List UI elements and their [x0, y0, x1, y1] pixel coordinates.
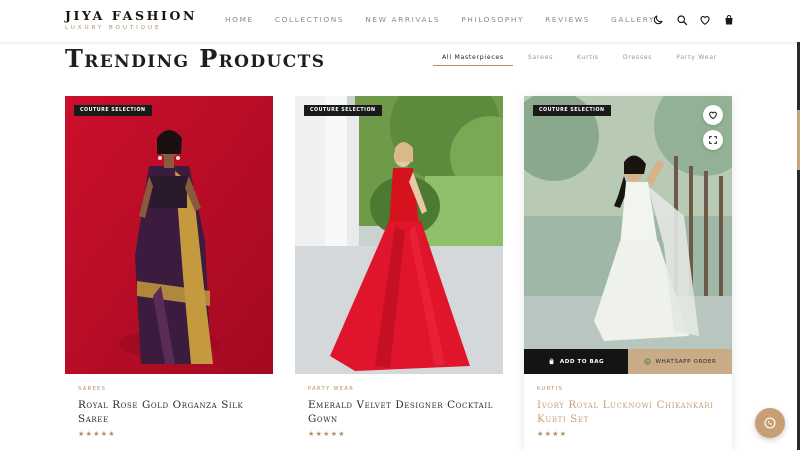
product-category: KURTIS: [537, 386, 564, 392]
moon-icon[interactable]: [650, 12, 666, 28]
nav-reviews[interactable]: REVIEWS: [545, 15, 590, 24]
whatsapp-order-label: WHATSAPP ORDER: [655, 358, 717, 365]
product-image[interactable]: COUTURE SELECTION ADD TO BAG WHATSAPP OR…: [524, 96, 732, 374]
add-to-bag-button[interactable]: ADD TO BAG: [524, 349, 628, 374]
filter-sarees[interactable]: Sarees: [519, 54, 562, 66]
card-actions: ADD TO BAG WHATSAPP ORDER: [524, 349, 732, 374]
filter-dresses[interactable]: Dresses: [614, 54, 661, 66]
nav-collections[interactable]: COLLECTIONS: [275, 15, 344, 24]
product-image[interactable]: COUTURE SELECTION: [65, 96, 273, 374]
couture-badge: COUTURE SELECTION: [74, 105, 152, 116]
product-info: SAREES Royal Rose Gold Organza Silk Sare…: [78, 386, 263, 438]
wishlist-button[interactable]: [703, 105, 723, 125]
filter-all-masterpieces[interactable]: All Masterpieces: [433, 54, 513, 66]
site-header: JIYA FASHION LUXURY BOUTIQUE HOME COLLEC…: [0, 0, 800, 42]
couture-badge: COUTURE SELECTION: [533, 105, 611, 116]
nav-new-arrivals[interactable]: NEW ARRIVALS: [365, 15, 440, 24]
brand-name: JIYA FASHION: [65, 8, 197, 23]
product-card[interactable]: COUTURE SELECTION ADD TO BAG WHATSAPP OR…: [524, 96, 732, 450]
section-title: Trending Products: [65, 44, 326, 73]
couture-badge: COUTURE SELECTION: [304, 105, 382, 116]
product-info: PARTY WEAR Emerald Velvet Designer Cockt…: [308, 386, 493, 438]
nav-home[interactable]: HOME: [225, 15, 254, 24]
nav-philosophy[interactable]: PHILOSOPHY: [461, 15, 524, 24]
product-image[interactable]: COUTURE SELECTION: [295, 96, 503, 374]
shopping-bag-icon[interactable]: [721, 12, 737, 28]
whatsapp-icon: [643, 358, 651, 365]
heart-icon[interactable]: [697, 12, 713, 28]
product-name[interactable]: Royal Rose Gold Organza Silk Saree: [78, 398, 263, 426]
chat-float-button[interactable]: [755, 408, 785, 438]
rating-stars: ★★★★★: [308, 430, 346, 438]
add-to-bag-label: ADD TO BAG: [559, 358, 605, 365]
header-icons: [650, 12, 744, 28]
brand-logo[interactable]: JIYA FASHION LUXURY BOUTIQUE: [65, 8, 197, 32]
product-info: KURTIS Ivory Royal Lucknowi Chikankari K…: [537, 386, 722, 438]
product-card[interactable]: COUTURE SELECTION SAREES Royal Rose Gold…: [65, 96, 273, 450]
whatsapp-icon: [764, 417, 776, 429]
product-name[interactable]: Ivory Royal Lucknowi Chikankari Kurti Se…: [537, 398, 722, 426]
product-category: PARTY WEAR: [308, 386, 355, 392]
expand-icon: [709, 136, 717, 144]
shopping-bag-icon: [549, 358, 554, 365]
main-nav: HOME COLLECTIONS NEW ARRIVALS PHILOSOPHY…: [225, 15, 676, 24]
rating-stars: ★★★★★: [78, 430, 116, 438]
filter-tabs: All Masterpieces Sarees Kurtis Dresses P…: [433, 54, 732, 66]
product-name[interactable]: Emerald Velvet Designer Cocktail Gown: [308, 398, 493, 426]
whatsapp-order-button[interactable]: WHATSAPP ORDER: [628, 349, 732, 374]
search-icon[interactable]: [674, 12, 690, 28]
brand-tagline: LUXURY BOUTIQUE: [65, 25, 162, 31]
product-category: SAREES: [78, 386, 107, 392]
filter-party-wear[interactable]: Party Wear: [667, 54, 726, 66]
quick-view-button[interactable]: [703, 130, 723, 150]
rating-stars: ★★★★: [537, 430, 568, 438]
nav-gallery[interactable]: GALLERY: [611, 15, 655, 24]
product-card[interactable]: COUTURE SELECTION PARTY WEAR Emerald Vel…: [295, 96, 503, 450]
filter-kurtis[interactable]: Kurtis: [568, 54, 608, 66]
heart-icon: [709, 111, 717, 120]
